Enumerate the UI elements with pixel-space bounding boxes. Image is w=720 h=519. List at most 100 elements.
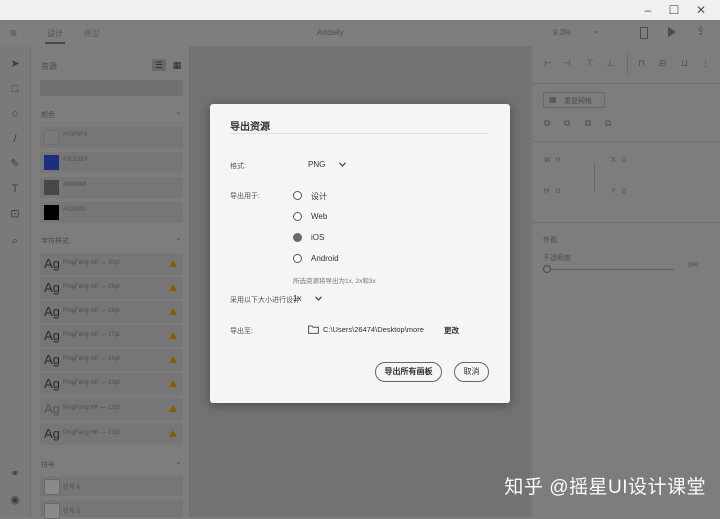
y-value[interactable]: 0 [622, 188, 626, 195]
warning-icon [169, 405, 177, 412]
change-path-link[interactable]: 更改 [444, 325, 459, 336]
hamburger-menu-icon[interactable]: ≡ [10, 26, 17, 40]
char-styles-collapse-chevron-icon[interactable]: ⌄ [175, 233, 182, 242]
align-middle-icon[interactable]: ⊟ [659, 58, 667, 69]
pen-tool-icon[interactable]: ✎ [9, 158, 21, 170]
boolean-exclude-icon[interactable]: ⧉ [605, 118, 611, 129]
repeat-grid-button[interactable]: ▦ 重复网格 [543, 92, 605, 108]
radio-android[interactable] [293, 254, 302, 263]
property-inspector [531, 46, 720, 517]
radio-web[interactable] [293, 212, 302, 221]
char-style-label: PingFang HK — 13pt [63, 380, 120, 386]
align-left-icon[interactable]: ⊢ [544, 58, 552, 69]
colors-collapse-chevron-icon[interactable]: ⌄ [175, 107, 182, 116]
symbol-row[interactable]: 符号 6 [40, 476, 183, 496]
opacity-slider-handle[interactable] [543, 265, 551, 273]
color-swatch-row[interactable]: #888888 [40, 177, 183, 198]
format-label: 格式: [230, 163, 246, 170]
color-label: #888888 [63, 182, 87, 188]
char-style-row[interactable]: Ag PingFang HK — 14pt [40, 349, 183, 371]
distribute-icon[interactable]: ⊥ [606, 58, 614, 69]
char-style-row[interactable]: Ag PingFang HK — 18pt [40, 301, 183, 323]
x-value[interactable]: 0 [622, 157, 626, 164]
device-preview-icon[interactable] [640, 27, 648, 39]
color-swatch-row[interactable]: #F0F0F0 [40, 127, 183, 148]
char-style-row[interactable]: Ag PingFang HK — 13pt [40, 373, 183, 395]
radio-ios[interactable] [293, 233, 302, 242]
layers-icon[interactable]: ◉ [9, 494, 21, 506]
align-right-icon[interactable]: ⊤ [586, 58, 594, 69]
zoom-tool-icon[interactable]: ⌕ [9, 235, 21, 247]
tab-design[interactable]: 设计 [47, 28, 63, 39]
symbol-row[interactable]: 符号 5 [40, 500, 183, 519]
char-style-row[interactable]: Ag PingFang HK — 30pt [40, 253, 183, 275]
radio-web-label[interactable]: Web [311, 212, 327, 221]
play-icon[interactable] [668, 27, 676, 37]
zoom-chevron-down-icon[interactable]: ⌄ [593, 26, 600, 35]
close-window-icon[interactable]: ✕ [690, 2, 712, 18]
folder-icon [308, 325, 319, 334]
warning-icon [169, 430, 177, 437]
align-bottom-icon[interactable]: ⊔ [681, 58, 688, 69]
ellipse-tool-icon[interactable]: ○ [9, 108, 21, 120]
char-style-row[interactable]: Ag PingFang HK — 12pt [40, 398, 183, 420]
warning-icon [169, 380, 177, 387]
char-style-glyph: Ag [44, 376, 60, 391]
char-style-row[interactable]: Ag PingFang HK — 12pt [40, 423, 183, 445]
boolean-subtract-icon[interactable]: ⧉ [564, 118, 570, 129]
line-tool-icon[interactable]: / [9, 133, 21, 145]
radio-design-label[interactable]: 设计 [311, 191, 327, 202]
opacity-value[interactable]: 0% [688, 262, 698, 269]
rectangle-tool-icon[interactable]: □ [9, 83, 21, 95]
export-all-artboards-button[interactable]: 导出所有画板 [375, 362, 442, 382]
symbols-collapse-chevron-icon[interactable]: ⌄ [175, 457, 182, 466]
warning-icon [169, 332, 177, 339]
char-style-label: PingFang HK — 14pt [63, 356, 120, 362]
height-value[interactable]: 0 [556, 188, 560, 195]
opacity-slider-track[interactable] [548, 269, 674, 270]
format-dropdown[interactable]: PNG [308, 158, 350, 172]
warning-icon [169, 260, 177, 267]
radio-ios-label[interactable]: iOS [311, 233, 324, 242]
char-style-label: PingFang HK — 26pt [63, 284, 120, 290]
export-to-label: 导出至: [230, 328, 253, 335]
color-swatch-row[interactable]: #000000 [40, 202, 183, 223]
appearance-title: 外观 [543, 237, 557, 244]
maximize-icon[interactable]: ☐ [663, 2, 685, 18]
char-style-label: PingFang HK — 30pt [63, 260, 120, 266]
share-icon[interactable]: ⇪ [696, 25, 705, 38]
align-top-icon[interactable]: ⊓ [638, 58, 645, 69]
design-scale-dropdown[interactable]: 1x [293, 292, 327, 306]
warning-icon [169, 284, 177, 291]
active-tab-indicator [45, 42, 65, 44]
plugins-icon[interactable]: ⚭ [9, 468, 21, 480]
text-tool-icon[interactable]: T [9, 183, 21, 195]
list-view-icon[interactable]: ☰ [152, 59, 166, 71]
artboard-tool-icon[interactable]: ⊡ [9, 208, 21, 220]
radio-android-label[interactable]: Android [311, 254, 339, 263]
design-scale-value: 1x [293, 294, 302, 303]
radio-design[interactable] [293, 191, 302, 200]
tab-prototype[interactable]: 原型 [84, 28, 100, 39]
width-value[interactable]: 0 [556, 157, 560, 164]
color-swatch-row[interactable]: #3C53EF [40, 152, 183, 173]
lock-aspect-link-icon[interactable] [594, 162, 595, 192]
assets-title: 资源 [41, 62, 57, 71]
char-style-glyph: Ag [44, 280, 60, 295]
select-tool-icon[interactable]: ➤ [9, 58, 21, 70]
align-center-icon[interactable]: ⊣ [563, 58, 571, 69]
boolean-intersect-icon[interactable]: ⧉ [585, 118, 591, 129]
color-swatch [44, 180, 59, 195]
assets-search-input[interactable] [40, 80, 183, 96]
grid-view-icon[interactable]: ▦ [171, 59, 183, 71]
char-style-row[interactable]: Ag PingFang HK — 26pt [40, 277, 183, 299]
char-style-label: PingFang HK — 12pt [63, 430, 120, 436]
minimize-icon[interactable]: – [637, 2, 659, 18]
boolean-add-icon[interactable]: ⧉ [544, 118, 550, 129]
zoom-level[interactable]: 9.3% [553, 28, 571, 37]
distribute-vertical-icon[interactable]: ⋮ [701, 58, 710, 69]
repeat-grid-label: 重复网格 [564, 98, 592, 105]
window-title-bar: – ☐ ✕ [0, 0, 720, 21]
char-style-row[interactable]: Ag PingFang HK — 17pt [40, 325, 183, 347]
cancel-button[interactable]: 取消 [454, 362, 489, 382]
